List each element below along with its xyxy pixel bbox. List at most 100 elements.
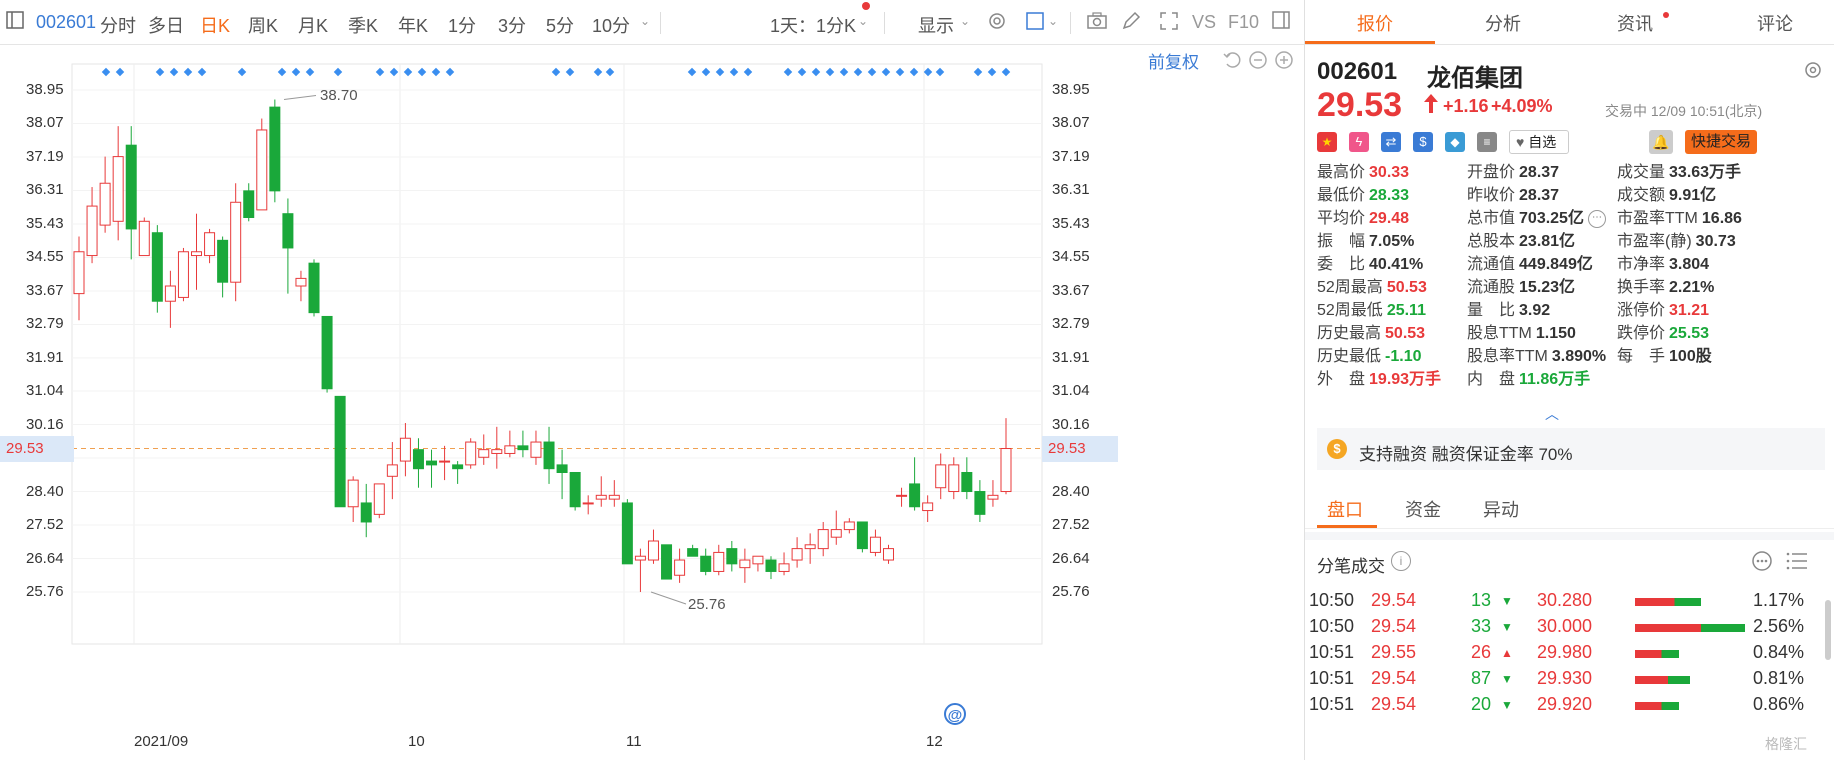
document-icon: ≡ <box>1477 132 1497 152</box>
candle-body <box>595 494 607 500</box>
quote-field: 换手率 2.21% <box>1617 273 1714 297</box>
tab-analysis[interactable]: 分析 <box>1485 10 1521 36</box>
tick-price: 29.54 <box>1371 694 1417 714</box>
quote-field: 开盘价 28.37 <box>1467 158 1559 182</box>
fullscreen-icon[interactable] <box>1156 10 1182 36</box>
candle-body <box>543 441 555 470</box>
more-icon[interactable] <box>1751 550 1773 577</box>
candle-body <box>700 555 712 572</box>
quote-field-label: 外 盘 <box>1317 371 1366 388</box>
quote-field: 总市值 703.25亿 ⋯ <box>1467 204 1606 228</box>
quote-field-label: 总股本 <box>1467 233 1516 250</box>
candlestick-chart[interactable] <box>0 44 1304 760</box>
square-select-icon[interactable] <box>1022 10 1048 36</box>
signal-dot <box>197 67 207 77</box>
quote-field: 历史最低 -1.10 <box>1317 342 1421 366</box>
quote-field-label: 委 比 <box>1317 256 1366 273</box>
signal-dot <box>783 67 793 77</box>
add-watchlist-button[interactable]: ♥ 自选 <box>1509 130 1569 154</box>
y-tick-label: 38.07 <box>1052 114 1090 132</box>
pencil-icon[interactable] <box>1118 10 1144 36</box>
camera-icon[interactable] <box>1084 10 1110 36</box>
signal-dot <box>973 67 983 77</box>
candle-body <box>112 156 124 222</box>
candle-body <box>843 521 855 531</box>
tab-3min[interactable]: 3分 <box>498 12 526 38</box>
tab-comments[interactable]: 评论 <box>1757 10 1793 36</box>
tick-volume: 33 <box>1471 616 1492 636</box>
tab-weekly-k[interactable]: 周K <box>248 12 278 38</box>
quote-field-value: 100股 <box>1669 348 1712 365</box>
y-tick-label: 30.16 <box>26 415 64 433</box>
quote-field-label: 总市值 <box>1467 210 1516 227</box>
candle-body <box>752 555 764 565</box>
tab-news[interactable]: 资讯 <box>1617 10 1653 36</box>
tab-quote[interactable]: 报价 <box>1357 10 1393 36</box>
candle-body <box>935 464 947 489</box>
signal-dot <box>881 67 891 77</box>
quote-field-label: 内 盘 <box>1467 371 1516 388</box>
info-icon[interactable]: i <box>1391 551 1411 571</box>
signal-dot <box>715 67 725 77</box>
chevron-up-icon[interactable]: ︿ <box>1545 404 1559 424</box>
scrollbar[interactable] <box>1825 600 1831 660</box>
quote-field: 最高价 30.33 <box>1317 158 1409 182</box>
quote-field-label: 振 幅 <box>1317 233 1366 250</box>
tab-1min[interactable]: 1分 <box>448 12 476 38</box>
quote-field: 内 盘 11.86万手 <box>1467 365 1590 389</box>
tab-order-book[interactable]: 盘口 <box>1327 496 1363 522</box>
compare-vs-button[interactable]: VS <box>1192 12 1216 33</box>
quote-field-value: 703.25亿 <box>1519 210 1584 227</box>
tab-yearly-k[interactable]: 年K <box>398 12 428 38</box>
tick-percent: 1.17% <box>1753 590 1805 610</box>
quote-field: 量 比 3.92 <box>1467 296 1550 320</box>
tab-multiday[interactable]: 多日 <box>148 12 184 38</box>
quick-trade-button[interactable]: 快捷交易 <box>1685 130 1757 154</box>
event-marker[interactable]: @ <box>944 703 966 725</box>
period-select[interactable]: 1天：1分K <box>770 12 856 38</box>
tab-intraday[interactable]: 分时 <box>100 12 136 38</box>
tab-5min[interactable]: 5分 <box>546 12 574 38</box>
tab-capital-flow[interactable]: 资金 <box>1405 496 1441 522</box>
signal-dot <box>115 67 125 77</box>
tab-monthly-k[interactable]: 月K <box>298 12 328 38</box>
candle-body <box>922 502 934 512</box>
y-tick-label: 28.40 <box>1052 482 1090 500</box>
tab-quarterly-k[interactable]: 季K <box>348 12 378 38</box>
list-view-icon[interactable] <box>1785 550 1809 577</box>
quote-field: 最低价 28.33 <box>1317 181 1409 205</box>
signal-dot <box>155 67 165 77</box>
quote-field: 成交额 9.91亿 <box>1617 181 1716 205</box>
signal-dot <box>701 67 711 77</box>
tick-time: 10:50 <box>1309 590 1355 610</box>
quote-field-label: 52周最高 <box>1317 279 1383 296</box>
dollar-icon: $ <box>1413 132 1433 152</box>
tab-10min[interactable]: 10分 <box>592 12 630 38</box>
gear-icon[interactable] <box>984 10 1010 36</box>
candle-body <box>517 445 529 451</box>
more-icon[interactable]: ⋯ <box>1587 209 1606 228</box>
tab-anomalies[interactable]: 异动 <box>1483 496 1519 522</box>
signal-dot <box>811 67 821 77</box>
quote-field: 52周最低 25.11 <box>1317 296 1426 320</box>
display-menu[interactable]: 显示 <box>918 12 954 38</box>
candle-body <box>1000 448 1012 493</box>
f10-button[interactable]: F10 <box>1228 12 1259 33</box>
candle-body <box>896 494 908 497</box>
stock-code-tab[interactable]: 002601 <box>36 12 96 33</box>
bell-icon[interactable]: 🔔 <box>1649 130 1673 154</box>
panel-toggle-icon[interactable] <box>1268 10 1294 36</box>
signal-dot <box>445 67 455 77</box>
quote-field-label: 量 比 <box>1467 302 1516 319</box>
sidebar-toggle-icon[interactable] <box>2 10 28 36</box>
y-tick-label: 31.04 <box>26 382 64 400</box>
signal-dot <box>687 67 697 77</box>
gear-icon[interactable] <box>1803 60 1823 85</box>
y-tick-label: 31.91 <box>26 348 64 366</box>
tick-time: 10:51 <box>1309 642 1355 662</box>
chevron-down-icon[interactable]: ⌄ <box>640 14 650 28</box>
signal-dot <box>909 67 919 77</box>
y-tick-label: 35.43 <box>1052 214 1090 232</box>
signal-dot <box>237 67 247 77</box>
tab-daily-k[interactable]: 日K <box>200 12 230 38</box>
